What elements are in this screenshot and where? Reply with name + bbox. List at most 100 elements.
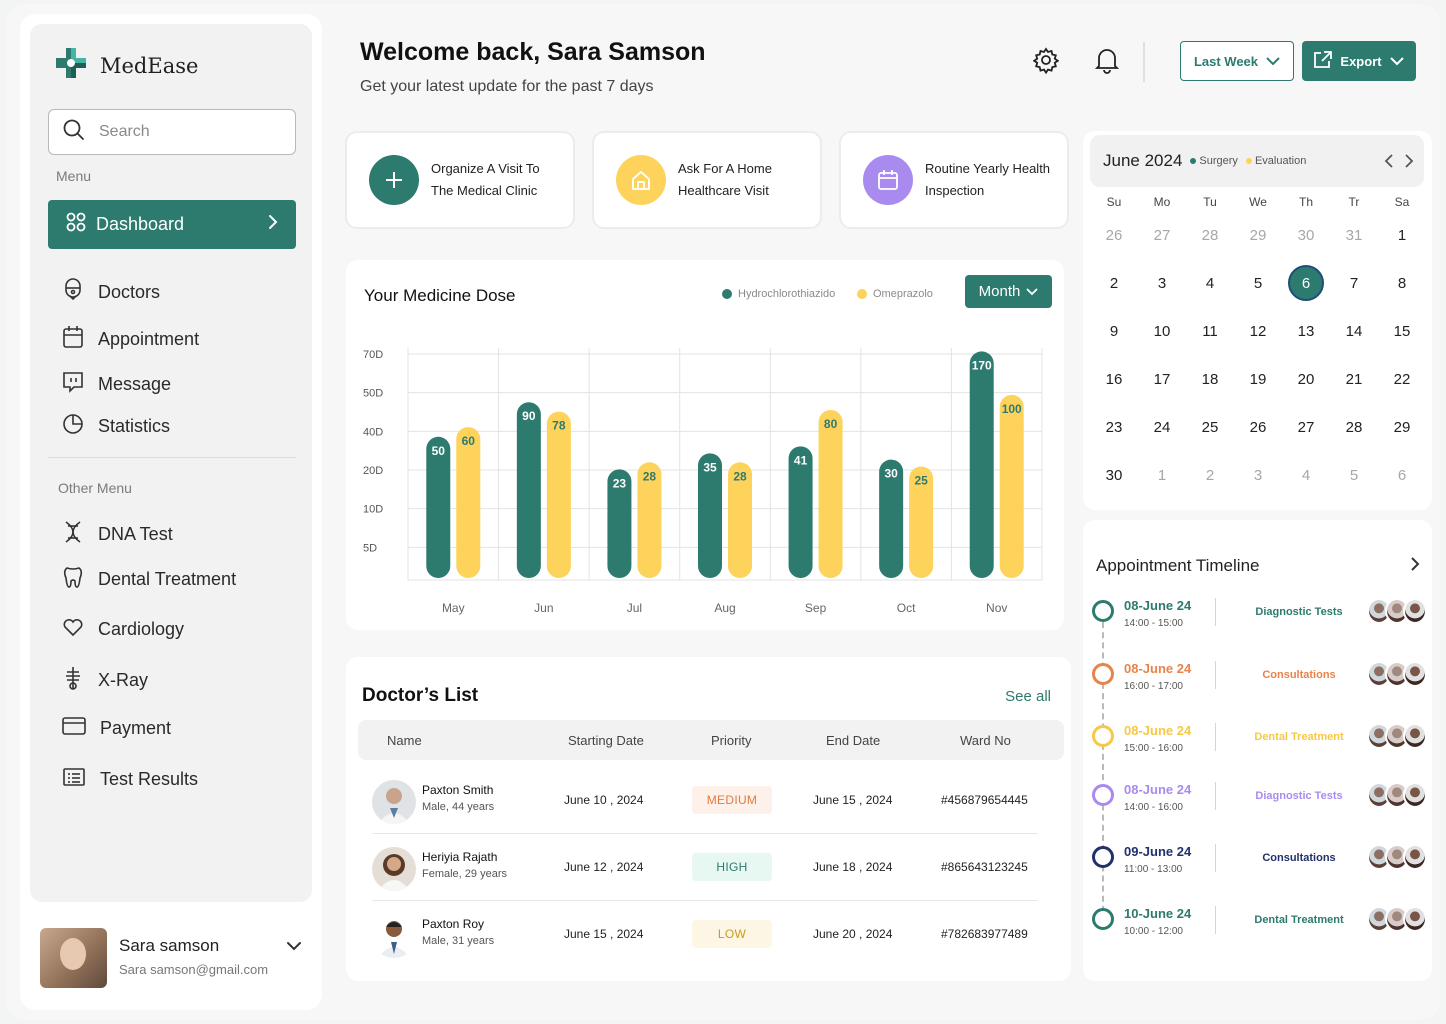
- table-row[interactable]: Paxton Roy Male, 31 years June 15 , 2024…: [358, 902, 1038, 968]
- calendar-day[interactable]: 7: [1330, 275, 1378, 292]
- bar-hydrochlorothiazido-jun[interactable]: [516, 402, 541, 578]
- bar-hydrochlorothiazido-may[interactable]: [426, 436, 451, 578]
- sidebar-item-payment[interactable]: Payment: [62, 714, 171, 743]
- calendar-day[interactable]: 30: [1282, 227, 1330, 244]
- bar-value-label: 170: [972, 358, 992, 372]
- timeline-time: 14:00 - 15:00: [1124, 618, 1183, 629]
- action-card-clinic-visit[interactable]: Organize A Visit To The Medical Clinic: [345, 131, 575, 229]
- calendar-day[interactable]: 28: [1186, 227, 1234, 244]
- sidebar-item-x-ray[interactable]: X-Ray: [62, 666, 148, 695]
- calendar-day[interactable]: 31: [1330, 227, 1378, 244]
- calendar-day[interactable]: 9: [1090, 323, 1138, 340]
- search-input[interactable]: [99, 123, 269, 141]
- calendar-day[interactable]: 21: [1330, 371, 1378, 388]
- chevron-right-icon[interactable]: [1410, 556, 1420, 577]
- calendar-day[interactable]: 3: [1234, 467, 1282, 484]
- calendar-day[interactable]: 28: [1330, 419, 1378, 436]
- calendar-day[interactable]: 26: [1234, 419, 1282, 436]
- calendar-day[interactable]: 22: [1378, 371, 1426, 388]
- sidebar-item-test-results[interactable]: Test Results: [62, 765, 198, 794]
- doctor-meta: Female, 29 years: [422, 868, 507, 880]
- calendar-day[interactable]: 1: [1378, 227, 1426, 244]
- bar-omeprazolo-jun[interactable]: [546, 411, 571, 578]
- calendar-day[interactable]: 2: [1186, 467, 1234, 484]
- calendar-day-number: 1: [1157, 466, 1167, 484]
- calendar-day[interactable]: 19: [1234, 371, 1282, 388]
- period-label: Month: [978, 283, 1021, 300]
- calendar-day[interactable]: 13: [1282, 323, 1330, 340]
- calendar-day[interactable]: 20: [1282, 371, 1330, 388]
- calendar-day[interactable]: 5: [1330, 467, 1378, 484]
- logo[interactable]: MedEase: [54, 46, 198, 85]
- export-button[interactable]: Export: [1302, 41, 1416, 81]
- chevron-left-icon[interactable]: [1384, 153, 1394, 174]
- timeline-item[interactable]: 10-June 24 10:00 - 12:00 Dental Treatment: [1091, 906, 1427, 956]
- calendar-day[interactable]: 29: [1234, 227, 1282, 244]
- timeline-item[interactable]: 08-June 24 14:00 - 16:00 Diagnostic Tests: [1091, 782, 1427, 832]
- calendar-day[interactable]: 15: [1378, 323, 1426, 340]
- sidebar-item-appointment[interactable]: Appointment: [62, 325, 199, 354]
- calendar-day[interactable]: 3: [1138, 275, 1186, 292]
- calendar-day[interactable]: 27: [1282, 419, 1330, 436]
- calendar-day[interactable]: 6: [1378, 467, 1426, 484]
- action-card-home-visit[interactable]: Ask For A Home Healthcare Visit: [592, 131, 822, 229]
- bar-omeprazolo-sep[interactable]: [818, 410, 843, 578]
- calendar-day[interactable]: 16: [1090, 371, 1138, 388]
- sidebar-item-dashboard[interactable]: Dashboard: [48, 200, 296, 249]
- calendar-day[interactable]: 23: [1090, 419, 1138, 436]
- bar-hydrochlorothiazido-nov[interactable]: [969, 351, 994, 578]
- calendar-day[interactable]: 30: [1090, 467, 1138, 484]
- gear-icon[interactable]: [1032, 46, 1060, 79]
- calendar-day[interactable]: 1: [1138, 467, 1186, 484]
- calendar-day-number: 6: [1397, 466, 1407, 484]
- sidebar-item-dental-treatment[interactable]: Dental Treatment: [62, 565, 236, 594]
- timeline-time: 16:00 - 17:00: [1124, 681, 1183, 692]
- end-date: June 18 , 2024: [813, 860, 893, 874]
- calendar-weekday: Sa: [1394, 195, 1410, 209]
- bar-omeprazolo-nov[interactable]: [999, 394, 1024, 578]
- search-box[interactable]: [48, 109, 296, 155]
- timeline-item[interactable]: 08-June 24 14:00 - 15:00 Diagnostic Tests: [1091, 598, 1427, 648]
- timeline-item[interactable]: 09-June 24 11:00 - 13:00 Consultations: [1091, 844, 1427, 894]
- priority-badge: LOW: [692, 920, 772, 948]
- calendar-day[interactable]: 8: [1378, 275, 1426, 292]
- calendar-day-number: 5: [1349, 466, 1359, 484]
- period-dropdown[interactable]: Month: [965, 275, 1052, 308]
- calendar-day[interactable]: 25: [1186, 419, 1234, 436]
- see-all-link[interactable]: See all: [1005, 688, 1051, 705]
- range-dropdown[interactable]: Last Week: [1180, 41, 1294, 81]
- chevron-down-icon[interactable]: [286, 938, 302, 956]
- user-profile[interactable]: Sara samson Sara samson@gmail.com: [40, 928, 310, 988]
- calendar-day[interactable]: 4: [1186, 275, 1234, 292]
- timeline-item[interactable]: 08-June 24 15:00 - 16:00 Dental Treatment: [1091, 723, 1427, 773]
- calendar-day[interactable]: 2: [1090, 275, 1138, 292]
- calendar-day[interactable]: 18: [1186, 371, 1234, 388]
- calendar-day[interactable]: 12: [1234, 323, 1282, 340]
- table-row[interactable]: Paxton Smith Male, 44 years June 10 , 20…: [358, 768, 1038, 834]
- sidebar-item-statistics[interactable]: Statistics: [62, 412, 170, 441]
- bar-omeprazolo-may[interactable]: [456, 427, 481, 578]
- sidebar-item-doctors[interactable]: Doctors: [62, 278, 160, 307]
- calendar-day[interactable]: 27: [1138, 227, 1186, 244]
- legend-dot: [857, 289, 867, 299]
- table-row[interactable]: Heriyia Rajath Female, 29 years June 12 …: [358, 835, 1038, 901]
- action-card-yearly-inspection[interactable]: Routine Yearly Health Inspection: [839, 131, 1069, 229]
- sidebar-item-dna-test[interactable]: DNA Test: [62, 520, 173, 549]
- calendar-day[interactable]: 14: [1330, 323, 1378, 340]
- calendar-day[interactable]: 26: [1090, 227, 1138, 244]
- calendar-day-selected[interactable]: 6: [1282, 265, 1330, 301]
- action-label: Ask For A Home Healthcare Visit: [678, 161, 772, 198]
- calendar-day[interactable]: 11: [1186, 323, 1234, 340]
- calendar-day[interactable]: 24: [1138, 419, 1186, 436]
- calendar-day[interactable]: 5: [1234, 275, 1282, 292]
- calendar-day[interactable]: 4: [1282, 467, 1330, 484]
- chevron-right-icon[interactable]: [1404, 153, 1414, 174]
- calendar-day-number: 3: [1253, 466, 1263, 484]
- calendar-day[interactable]: 10: [1138, 323, 1186, 340]
- calendar-day[interactable]: 17: [1138, 371, 1186, 388]
- sidebar-item-message[interactable]: Message: [62, 370, 171, 399]
- timeline-item[interactable]: 08-June 24 16:00 - 17:00 Consultations: [1091, 661, 1427, 711]
- sidebar-item-cardiology[interactable]: Cardiology: [62, 615, 184, 644]
- calendar-day[interactable]: 29: [1378, 419, 1426, 436]
- bell-icon[interactable]: [1094, 46, 1120, 79]
